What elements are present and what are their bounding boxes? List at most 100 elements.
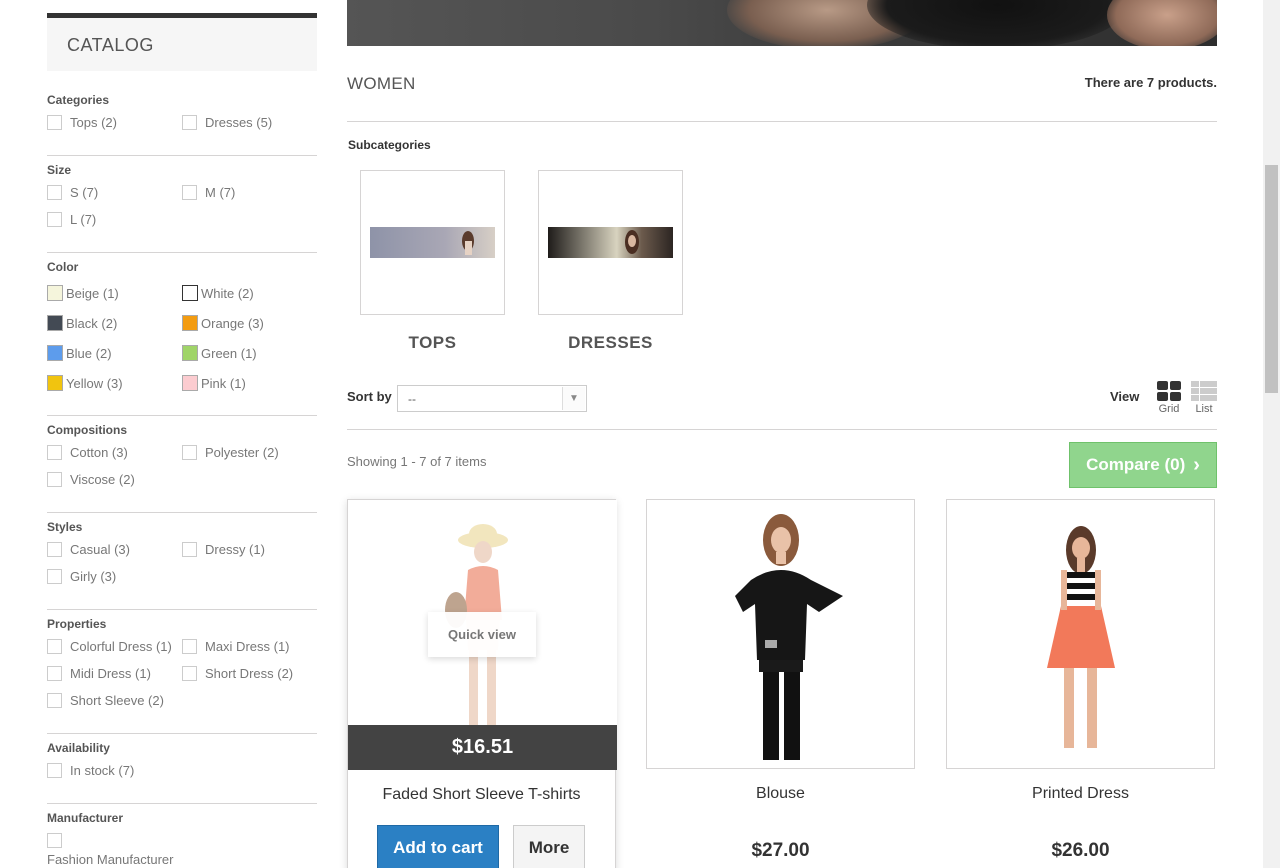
- chevron-right-icon: ›: [1193, 453, 1200, 476]
- checkbox[interactable]: [47, 445, 62, 460]
- checkbox[interactable]: [182, 542, 197, 557]
- subcategories-heading: Subcategories: [348, 138, 431, 152]
- subcategory-dresses[interactable]: DRESSES: [538, 170, 683, 353]
- checkbox[interactable]: [47, 542, 62, 557]
- chevron-down-icon[interactable]: ▼: [562, 387, 585, 410]
- color-swatch[interactable]: [47, 285, 63, 301]
- filter-option[interactable]: Viscose (2): [47, 466, 182, 493]
- color-option-blue[interactable]: Blue (2): [47, 338, 182, 368]
- filter-option[interactable]: Polyester (2): [182, 439, 317, 466]
- product-name[interactable]: Printed Dress: [946, 785, 1215, 803]
- checkbox[interactable]: [182, 115, 197, 130]
- divider: [347, 429, 1217, 430]
- checkbox[interactable]: [47, 666, 62, 681]
- checkbox[interactable]: [47, 115, 62, 130]
- color-option-yellow[interactable]: Yellow (3): [47, 368, 182, 398]
- view-label: View: [1110, 389, 1140, 404]
- color-option-pink[interactable]: Pink (1): [182, 368, 317, 398]
- checkbox[interactable]: [47, 212, 62, 227]
- filter-option[interactable]: M (7): [182, 179, 317, 206]
- subcategory-thumbnail[interactable]: [360, 170, 505, 315]
- color-option-white[interactable]: White (2): [182, 278, 317, 308]
- page-scrollbar[interactable]: [1263, 0, 1280, 868]
- list-icon: [1191, 381, 1217, 401]
- product-card[interactable]: Quick view $16.51 Faded Short Sleeve T-s…: [347, 499, 617, 868]
- facet-title: Styles: [47, 520, 83, 534]
- sort-select[interactable]: -- ▼: [397, 385, 587, 412]
- checkbox[interactable]: [182, 185, 197, 200]
- facet-title: Size: [47, 163, 72, 177]
- filter-option[interactable]: S (7): [47, 179, 182, 206]
- filter-option[interactable]: Fashion Manufacturer: [47, 833, 317, 867]
- facet-title: Compositions: [47, 423, 127, 437]
- product-photo: [1047, 526, 1115, 748]
- filter-option[interactable]: Colorful Dress (1): [47, 633, 182, 660]
- color-option-black[interactable]: Black (2): [47, 308, 182, 338]
- filter-option[interactable]: Dressy (1): [182, 536, 317, 563]
- product-image[interactable]: Quick view $16.51: [348, 500, 617, 770]
- subcategory-image: [370, 227, 495, 258]
- subcategory-thumbnail[interactable]: [538, 170, 683, 315]
- product-name[interactable]: Faded Short Sleeve T-shirts: [348, 786, 615, 804]
- facet-title: Manufacturer: [47, 811, 124, 825]
- view-grid-button[interactable]: Grid: [1156, 381, 1182, 415]
- filter-option[interactable]: Girly (3): [47, 563, 182, 590]
- filter-option[interactable]: Tops (2): [47, 109, 182, 136]
- checkbox[interactable]: [182, 445, 197, 460]
- checkbox[interactable]: [47, 472, 62, 487]
- checkbox[interactable]: [47, 185, 62, 200]
- facet-compositions: Compositions Cotton (3) Polyester (2) Vi…: [47, 416, 317, 513]
- quick-view-button[interactable]: Quick view: [428, 612, 536, 657]
- color-swatch[interactable]: [47, 375, 63, 391]
- color-option-beige[interactable]: Beige (1): [47, 278, 182, 308]
- facet-availability: Availability In stock (7): [47, 734, 317, 804]
- product-card[interactable]: Blouse $27.00: [646, 499, 915, 862]
- scrollbar-thumb[interactable]: [1265, 165, 1278, 393]
- facet-title: Color: [47, 260, 79, 274]
- color-option-green[interactable]: Green (1): [182, 338, 317, 368]
- subcategory-tops[interactable]: TOPS: [360, 170, 505, 353]
- facet-title: Availability: [47, 741, 110, 755]
- product-photo: [735, 514, 843, 760]
- filter-option[interactable]: Short Sleeve (2): [47, 687, 182, 714]
- filter-option[interactable]: In stock (7): [47, 757, 182, 784]
- subcategory-name[interactable]: DRESSES: [538, 333, 683, 353]
- more-button[interactable]: More: [513, 825, 585, 868]
- subcategory-name[interactable]: TOPS: [360, 333, 505, 353]
- color-swatch[interactable]: [182, 345, 198, 361]
- compare-button[interactable]: Compare (0) ›: [1069, 442, 1217, 488]
- color-swatch[interactable]: [47, 345, 63, 361]
- product-card[interactable]: Printed Dress $26.00: [946, 499, 1215, 862]
- checkbox[interactable]: [47, 763, 62, 778]
- filter-option[interactable]: Casual (3): [47, 536, 182, 563]
- filter-option[interactable]: Midi Dress (1): [47, 660, 182, 687]
- color-option-orange[interactable]: Orange (3): [182, 308, 317, 338]
- add-to-cart-button[interactable]: Add to cart: [377, 825, 499, 868]
- color-swatch[interactable]: [182, 285, 198, 301]
- checkbox[interactable]: [47, 639, 62, 654]
- checkbox[interactable]: [47, 693, 62, 708]
- product-image[interactable]: [646, 499, 915, 769]
- product-image[interactable]: [946, 499, 1215, 769]
- showing-count: Showing 1 - 7 of 7 items: [347, 454, 487, 469]
- sort-label: Sort by: [347, 389, 392, 404]
- facet-categories: Categories Tops (2) Dresses (5): [47, 71, 317, 156]
- filter-option[interactable]: Maxi Dress (1): [182, 633, 317, 660]
- checkbox[interactable]: [47, 569, 62, 584]
- product-name[interactable]: Blouse: [646, 785, 915, 803]
- checkbox[interactable]: [47, 833, 62, 848]
- color-swatch[interactable]: [182, 375, 198, 391]
- filter-option[interactable]: Short Dress (2): [182, 660, 317, 687]
- view-list-button[interactable]: List: [1191, 381, 1217, 415]
- product-price: $26.00: [1051, 840, 1110, 861]
- category-title: WOMEN: [347, 74, 416, 93]
- checkbox[interactable]: [182, 639, 197, 654]
- filter-option[interactable]: Dresses (5): [182, 109, 317, 136]
- filter-option[interactable]: Cotton (3): [47, 439, 182, 466]
- grid-icon: [1157, 381, 1181, 401]
- facet-title: Properties: [47, 617, 107, 631]
- checkbox[interactable]: [182, 666, 197, 681]
- color-swatch[interactable]: [47, 315, 63, 331]
- filter-option[interactable]: L (7): [47, 206, 182, 233]
- color-swatch[interactable]: [182, 315, 198, 331]
